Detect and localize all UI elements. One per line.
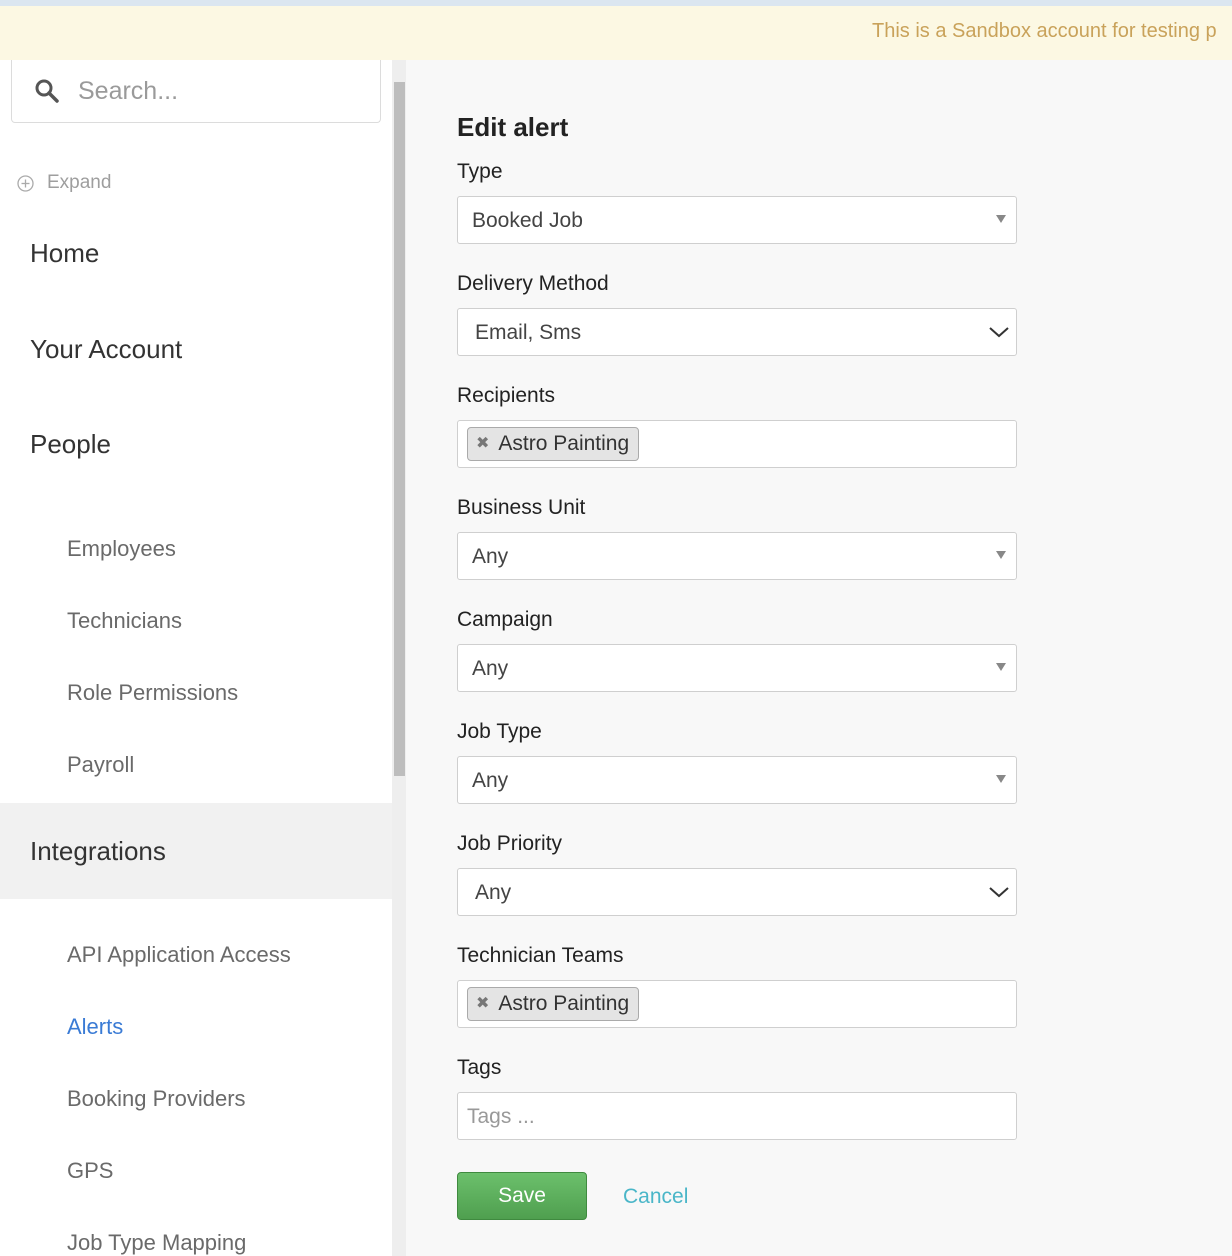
recipients-label: Recipients bbox=[457, 384, 556, 407]
job-priority-label: Job Priority bbox=[457, 832, 563, 855]
tags-label: Tags bbox=[457, 1056, 502, 1079]
job-type-select[interactable]: Any bbox=[457, 756, 1017, 804]
tags-field[interactable] bbox=[457, 1092, 1017, 1140]
job-priority-select[interactable]: Any bbox=[457, 868, 1017, 916]
type-label: Type bbox=[457, 160, 503, 183]
campaign-label: Campaign bbox=[457, 608, 553, 631]
remove-chip-icon[interactable]: ✖ bbox=[476, 996, 489, 1012]
sidebar-item-home[interactable]: Home bbox=[0, 238, 392, 269]
delivery-method-label: Delivery Method bbox=[457, 272, 609, 295]
page-title: Edit alert bbox=[457, 112, 569, 142]
sidebar-item-role-permissions[interactable]: Role Permissions bbox=[0, 680, 392, 706]
technician-teams-label: Technician Teams bbox=[457, 944, 624, 967]
edit-alert-form: Edit alert Type Booked Job Delivery Meth… bbox=[406, 60, 1232, 1256]
campaign-value: Any bbox=[472, 657, 509, 680]
chevron-down-icon bbox=[989, 327, 1009, 338]
search-input[interactable] bbox=[78, 72, 368, 110]
technician-team-chip-label: Astro Painting bbox=[498, 992, 630, 1015]
cancel-link[interactable]: Cancel bbox=[623, 1185, 688, 1209]
expand-label: Expand bbox=[47, 172, 112, 193]
remove-chip-icon[interactable]: ✖ bbox=[476, 436, 489, 452]
sandbox-banner: This is a Sandbox account for testing p bbox=[0, 6, 1232, 60]
recipient-chip-label: Astro Painting bbox=[498, 432, 630, 455]
sidebar-item-payroll[interactable]: Payroll bbox=[0, 752, 392, 778]
dropdown-arrow-icon bbox=[996, 551, 1006, 559]
chevron-down-icon bbox=[989, 887, 1009, 898]
delivery-method-select[interactable]: Email, Sms bbox=[457, 308, 1017, 356]
business-unit-value: Any bbox=[472, 545, 509, 568]
dropdown-arrow-icon bbox=[996, 663, 1006, 671]
type-value: Booked Job bbox=[472, 209, 583, 232]
sidebar-scrollbar-thumb[interactable] bbox=[394, 82, 405, 776]
sidebar-item-employees[interactable]: Employees bbox=[0, 536, 392, 562]
job-type-value: Any bbox=[472, 769, 509, 792]
recipient-chip: ✖ Astro Painting bbox=[467, 427, 640, 461]
sidebar-item-job-type-mapping[interactable]: Job Type Mapping bbox=[0, 1230, 392, 1256]
job-type-label: Job Type bbox=[457, 720, 542, 743]
sidebar-search bbox=[11, 60, 381, 123]
search-icon bbox=[35, 79, 59, 103]
tags-input[interactable] bbox=[467, 1104, 987, 1130]
plus-circle-icon bbox=[17, 174, 34, 192]
expand-button[interactable]: Expand bbox=[17, 172, 111, 194]
dropdown-arrow-icon bbox=[996, 215, 1006, 223]
type-select[interactable]: Booked Job bbox=[457, 196, 1017, 244]
campaign-select[interactable]: Any bbox=[457, 644, 1017, 692]
sidebar-item-booking-providers[interactable]: Booking Providers bbox=[0, 1086, 392, 1112]
technician-teams-multiselect[interactable]: ✖ Astro Painting bbox=[457, 980, 1017, 1028]
technician-team-chip: ✖ Astro Painting bbox=[467, 987, 640, 1021]
sidebar-item-technicians[interactable]: Technicians bbox=[0, 608, 392, 634]
sidebar-item-api-application-access[interactable]: API Application Access bbox=[0, 942, 392, 968]
sidebar-item-integrations[interactable]: Integrations bbox=[0, 836, 392, 867]
sandbox-banner-text: This is a Sandbox account for testing p bbox=[872, 20, 1217, 42]
save-button[interactable]: Save bbox=[457, 1172, 587, 1220]
delivery-method-value: Email, Sms bbox=[475, 321, 582, 344]
recipients-multiselect[interactable]: ✖ Astro Painting bbox=[457, 420, 1017, 468]
sidebar-item-alerts[interactable]: Alerts bbox=[0, 1014, 392, 1040]
job-priority-value: Any bbox=[475, 881, 512, 904]
sidebar-item-your-account[interactable]: Your Account bbox=[0, 334, 392, 365]
business-unit-label: Business Unit bbox=[457, 496, 586, 519]
business-unit-select[interactable]: Any bbox=[457, 532, 1017, 580]
sidebar: Expand Home Your Account People Employee… bbox=[0, 60, 392, 1256]
sidebar-item-gps[interactable]: GPS bbox=[0, 1158, 392, 1184]
sidebar-item-people[interactable]: People bbox=[0, 429, 392, 460]
dropdown-arrow-icon bbox=[996, 775, 1006, 783]
